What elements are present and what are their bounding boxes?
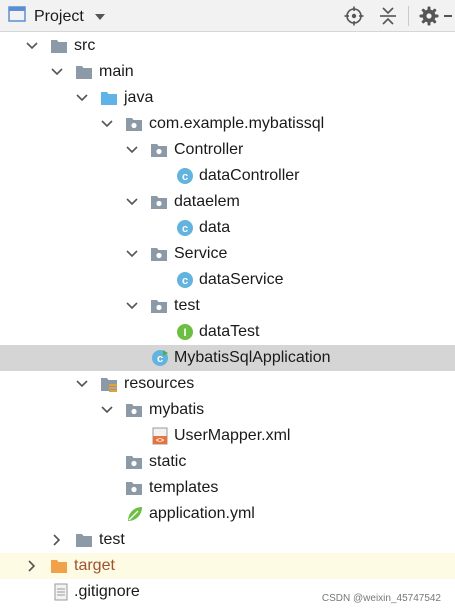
tree-row-data-controller[interactable]: c dataController (0, 163, 455, 189)
package-icon (125, 453, 143, 471)
chevron-right-icon[interactable] (24, 558, 40, 574)
watermark: CSDN @weixin_45747542 (321, 593, 441, 604)
package-icon (125, 479, 143, 497)
class-icon: c (176, 219, 194, 237)
tree-label-service: Service (174, 245, 228, 262)
tree-row-data[interactable]: c data (0, 215, 455, 241)
xml-file-icon: <> (151, 427, 169, 445)
settings-gear-icon[interactable] (417, 4, 441, 28)
chevron-down-icon[interactable] (49, 64, 65, 80)
tree-label-dataelem: dataelem (174, 193, 240, 210)
chevron-down-icon[interactable] (124, 298, 140, 314)
package-icon (150, 141, 168, 159)
class-icon: c (176, 167, 194, 185)
tree-label-data-test: dataTest (199, 323, 260, 340)
chevron-down-icon[interactable] (99, 116, 115, 132)
svg-text:<>: <> (156, 438, 164, 445)
tree-label-application-yml: application.yml (149, 505, 255, 522)
tree-row-target[interactable]: target (0, 553, 455, 579)
svg-text:c: c (182, 171, 188, 183)
tree-label-data: data (199, 219, 231, 236)
chevron-down-icon[interactable] (74, 376, 90, 392)
tree-row-controller[interactable]: Controller (0, 137, 455, 163)
tree-label-templates: templates (149, 479, 219, 496)
tree-row-mybatis[interactable]: mybatis (0, 397, 455, 423)
tree-row-user-mapper[interactable]: <> UserMapper.xml (0, 423, 455, 449)
tree-label-application: MybatisSqlApplication (174, 349, 331, 366)
class-icon: c (176, 271, 194, 289)
tree-label-controller: Controller (174, 141, 244, 158)
tree-label-gitignore: .gitignore (74, 583, 140, 600)
project-window-icon (8, 6, 26, 27)
locate-target-icon[interactable] (342, 4, 366, 28)
project-view-title: Project (34, 7, 84, 25)
tree-label-mybatis: mybatis (149, 401, 205, 418)
chevron-down-icon[interactable] (124, 142, 140, 158)
chevron-down-icon[interactable] (74, 90, 90, 106)
tree-label-data-controller: dataController (199, 167, 300, 184)
package-icon (150, 245, 168, 263)
tree-row-static[interactable]: static (0, 449, 455, 475)
package-icon (150, 297, 168, 315)
tree-label-package: com.example.mybatissql (149, 115, 325, 132)
tree-row-service[interactable]: Service (0, 241, 455, 267)
tree-label-static: static (149, 453, 187, 470)
chevron-down-icon[interactable] (94, 8, 106, 26)
chevron-down-icon[interactable] (99, 402, 115, 418)
chevron-right-icon[interactable] (49, 532, 65, 548)
tree-row-resources[interactable]: resources (0, 371, 455, 397)
tree-row-java[interactable]: java (0, 85, 455, 111)
tree-row-test-dir[interactable]: test (0, 527, 455, 553)
folder-icon (75, 63, 93, 81)
tree-label-resources: resources (124, 375, 195, 392)
tree-row-main[interactable]: main (0, 59, 455, 85)
chevron-down-icon[interactable] (124, 246, 140, 262)
svg-text:I: I (183, 327, 186, 339)
svg-text:c: c (157, 353, 163, 365)
resources-folder-icon (100, 375, 118, 393)
project-toolbar: Project (0, 0, 455, 32)
svg-text:c: c (182, 223, 188, 235)
toolbar-divider (408, 6, 409, 26)
tree-label-user-mapper: UserMapper.xml (174, 427, 291, 444)
tree-row-application-yml[interactable]: application.yml (0, 501, 455, 527)
tree-row-package[interactable]: com.example.mybatissql (0, 111, 455, 137)
tree-row-application[interactable]: c MybatisSqlApplication (0, 345, 455, 371)
package-icon (125, 115, 143, 133)
tree-row-dataelem[interactable]: dataelem (0, 189, 455, 215)
chevron-down-icon[interactable] (124, 194, 140, 210)
source-folder-icon (100, 89, 118, 107)
chevron-down-icon[interactable] (24, 38, 40, 54)
svg-text:c: c (182, 275, 188, 287)
spring-leaf-icon (126, 505, 144, 523)
tree-row-data-test[interactable]: I dataTest (0, 319, 455, 345)
tree-label-src: src (74, 37, 96, 54)
tree-label-test-package: test (174, 297, 200, 314)
tree-label-target: target (74, 557, 115, 574)
tree-label-test-dir: test (99, 531, 125, 548)
tree-row-templates[interactable]: templates (0, 475, 455, 501)
tree-label-main: main (99, 63, 134, 80)
collapse-all-icon[interactable] (376, 4, 400, 28)
package-icon (125, 401, 143, 419)
hide-panel-icon[interactable] (441, 4, 455, 28)
tree-row-data-service[interactable]: c dataService (0, 267, 455, 293)
text-file-icon (52, 583, 70, 601)
folder-icon (75, 531, 93, 549)
spring-boot-class-icon: c (151, 349, 169, 367)
tree-label-java: java (124, 89, 154, 106)
project-view-selector[interactable]: Project (8, 6, 106, 27)
tree-row-src[interactable]: src (0, 33, 455, 59)
tree-label-data-service: dataService (199, 271, 284, 288)
tree-row-test-package[interactable]: test (0, 293, 455, 319)
folder-icon (50, 37, 68, 55)
interface-icon: I (176, 323, 194, 341)
excluded-folder-icon (50, 557, 68, 575)
package-icon (150, 193, 168, 211)
